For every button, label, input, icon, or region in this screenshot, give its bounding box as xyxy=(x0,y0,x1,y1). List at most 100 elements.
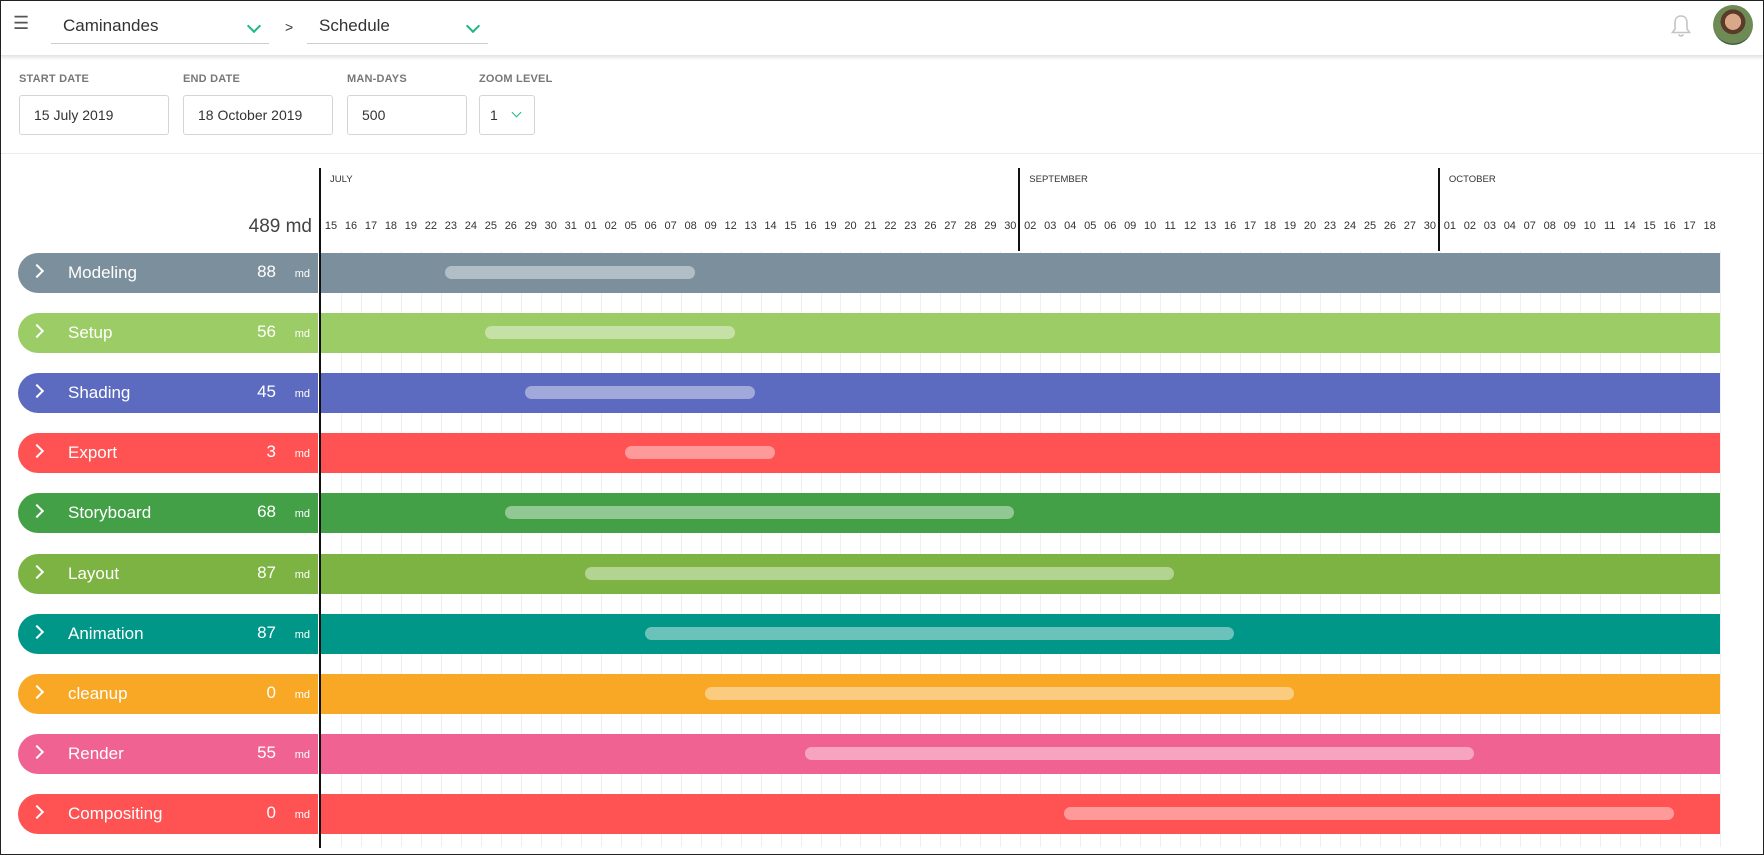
day-label: 25 xyxy=(1363,220,1377,232)
task-progress-bar[interactable] xyxy=(644,626,1235,640)
task-row-storyboard[interactable]: Storyboard 68 md xyxy=(18,493,318,534)
day-label: 23 xyxy=(444,220,457,232)
chevron-right-icon[interactable] xyxy=(29,384,45,399)
day-label: 14 xyxy=(1623,220,1636,232)
day-label: 16 xyxy=(344,220,358,232)
day-label: 20 xyxy=(1303,220,1317,232)
day-label: 29 xyxy=(524,220,537,232)
chevron-down-icon xyxy=(246,18,262,34)
task-row-cleanup[interactable]: cleanup 0 md xyxy=(18,673,318,714)
day-label: 17 xyxy=(364,220,378,232)
day-label: 09 xyxy=(1563,220,1576,232)
task-unit: md xyxy=(294,748,310,761)
day-label: 31 xyxy=(564,220,577,232)
task-progress-bar[interactable] xyxy=(444,266,695,279)
task-unit: md xyxy=(294,508,310,521)
task-man-days: 55 xyxy=(257,742,276,762)
man-days-label: MAN-DAYS xyxy=(347,73,407,85)
month-divider xyxy=(1018,168,1021,251)
day-label: 23 xyxy=(904,220,917,232)
task-row-setup[interactable]: Setup 56 md xyxy=(18,313,318,354)
day-label: 06 xyxy=(644,220,657,232)
hamburger-menu-icon[interactable]: ☰ xyxy=(13,14,29,32)
total-man-days: 489 md xyxy=(248,216,312,237)
day-label: 01 xyxy=(584,220,597,232)
day-label: 27 xyxy=(944,220,957,232)
task-row-modeling[interactable]: Modeling 88 md xyxy=(18,253,318,293)
day-label: 01 xyxy=(1443,220,1456,232)
task-row-compositing[interactable]: Compositing 0 md xyxy=(18,793,318,834)
day-label: 03 xyxy=(1044,220,1057,232)
day-label: 08 xyxy=(1543,220,1556,232)
task-row-render[interactable]: Render 55 md xyxy=(18,733,318,774)
day-label: 03 xyxy=(1483,220,1496,232)
day-label: 26 xyxy=(924,220,937,232)
task-progress-bar[interactable] xyxy=(584,566,1175,580)
task-row-export[interactable]: Export 3 md xyxy=(18,433,318,474)
day-label: 09 xyxy=(1124,220,1137,232)
task-man-days: 3 xyxy=(266,442,276,462)
task-progress-bar[interactable] xyxy=(1064,806,1674,820)
man-days-group: MAN-DAYS 500 xyxy=(347,73,467,135)
day-label: 16 xyxy=(1223,220,1237,232)
task-band xyxy=(321,433,1720,474)
task-man-days: 45 xyxy=(257,382,276,402)
task-unit: md xyxy=(294,688,310,701)
task-row-shading[interactable]: Shading 45 md xyxy=(18,373,318,414)
zoom-level-select[interactable]: 1 xyxy=(479,95,535,135)
task-band xyxy=(321,553,1720,594)
task-progress-bar[interactable] xyxy=(484,326,735,340)
task-man-days: 87 xyxy=(257,562,276,582)
task-progress-bar[interactable] xyxy=(524,386,755,400)
month-divider xyxy=(1437,168,1440,251)
task-name: Export xyxy=(68,443,118,463)
task-band xyxy=(321,733,1720,774)
chevron-right-icon[interactable] xyxy=(29,684,45,699)
day-label: 15 xyxy=(324,220,338,232)
project-select-value: Caminandes xyxy=(63,16,159,35)
chevron-right-icon[interactable] xyxy=(29,504,45,519)
task-man-days: 87 xyxy=(257,622,276,642)
day-label: 14 xyxy=(764,220,777,232)
end-date-input[interactable]: 18 October 2019 xyxy=(183,95,333,135)
chevron-right-icon[interactable] xyxy=(29,624,45,639)
chevron-right-icon[interactable] xyxy=(29,564,45,579)
day-label: 16 xyxy=(804,220,817,232)
man-days-input[interactable]: 500 xyxy=(347,95,467,135)
task-name: Compositing xyxy=(68,803,163,823)
start-date-input[interactable]: 15 July 2019 xyxy=(19,95,169,135)
user-avatar[interactable] xyxy=(1713,5,1753,45)
task-unit: md xyxy=(294,448,310,461)
task-progress-bar[interactable] xyxy=(624,446,775,460)
chevron-right-icon[interactable] xyxy=(29,324,45,339)
day-label: 26 xyxy=(1383,220,1397,232)
project-select[interactable]: Caminandes xyxy=(51,9,269,44)
chevron-right-icon[interactable] xyxy=(29,804,45,819)
month-label: SEPTEMBER xyxy=(1029,174,1088,185)
day-label: 06 xyxy=(1104,220,1117,232)
top-bar: ☰ Caminandes > Schedule xyxy=(1,1,1763,56)
task-band xyxy=(321,313,1720,354)
day-label: 22 xyxy=(884,220,897,232)
chevron-right-icon[interactable] xyxy=(29,263,45,279)
day-label: 19 xyxy=(1283,220,1297,232)
task-progress-bar[interactable] xyxy=(804,746,1474,760)
start-date-label: START DATE xyxy=(19,73,90,85)
task-row-animation[interactable]: Animation 87 md xyxy=(18,613,318,654)
task-band xyxy=(321,493,1720,534)
day-label: 08 xyxy=(684,220,697,232)
day-label: 11 xyxy=(1164,220,1176,232)
task-progress-bar[interactable] xyxy=(704,686,1295,700)
day-label: 04 xyxy=(1503,220,1516,232)
day-label: 10 xyxy=(1144,220,1157,232)
task-row-layout[interactable]: Layout 87 md xyxy=(18,553,318,594)
task-unit: md xyxy=(294,328,310,341)
notification-bell-icon[interactable] xyxy=(1669,13,1693,39)
task-progress-bar[interactable] xyxy=(504,506,1015,520)
chevron-right-icon[interactable] xyxy=(29,444,45,459)
chevron-right-icon[interactable] xyxy=(29,744,45,759)
view-select[interactable]: Schedule xyxy=(307,9,488,44)
day-label: 19 xyxy=(824,220,837,232)
day-label: 02 xyxy=(604,220,617,232)
start-date-group: START DATE 15 July 2019 xyxy=(19,73,169,135)
